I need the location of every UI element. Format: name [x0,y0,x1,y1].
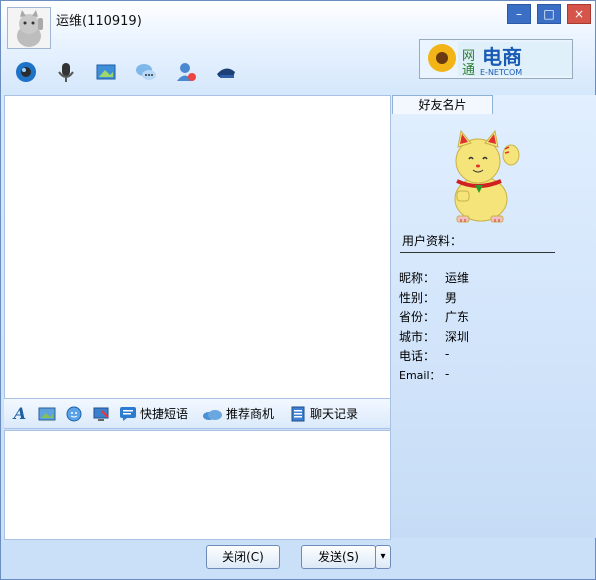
emoji-button[interactable] [65,405,83,423]
image-icon [38,405,56,423]
main-toolbar [13,59,239,85]
send-button[interactable]: 发送(S) [301,545,376,569]
history-icon [289,405,307,423]
voice-call-icon[interactable] [53,59,79,85]
recommend-label: 推荐商机 [226,407,275,421]
field-key: 电话： [399,349,436,363]
field-value: 深圳 [445,330,470,344]
field-value: 广东 [445,310,470,324]
svg-text:通: 通 [462,63,475,78]
quick-phrases-label: 快捷短语 [140,407,189,421]
field-value: - [445,347,450,361]
field-value: 运维 [445,271,470,285]
field-key: Email： [399,369,441,382]
recommend-button[interactable]: 推荐商机 [201,405,274,423]
lucky-cat-icon [443,129,523,225]
window-controls: – □ × [507,4,591,24]
brand-logo: 网 通 电商 E-NETCOM [419,39,573,79]
field-gender: 性别： 男 [399,289,457,306]
contacts-icon[interactable] [173,59,199,85]
close-window-button[interactable]: × [567,4,591,24]
send-options-dropdown[interactable]: ▾ [375,545,391,569]
minimize-button[interactable]: – [507,4,531,24]
svg-text:E-NETCOM: E-NETCOM [480,68,522,77]
screenshot-icon [92,405,110,423]
chat-history-button[interactable]: 聊天记录 [289,405,358,423]
screenshot-button[interactable] [92,405,110,423]
chat-group-icon[interactable] [133,59,159,85]
format-toolbar: A 快捷短语 推荐商机 聊天记录 [4,399,390,429]
tab-friend-card[interactable]: 好友名片 [392,95,493,114]
font-icon: A [13,404,27,423]
maximize-button[interactable]: □ [537,4,561,24]
field-key: 省份： [399,310,436,324]
speech-bubble-icon [119,405,137,423]
chat-window: 运维(110919) – □ × 网 通 电商 E-NETCOM A 快捷短语 … [0,0,596,580]
quick-phrases-button[interactable]: 快捷短语 [119,405,188,423]
font-button[interactable]: A [11,404,29,423]
image-button[interactable] [38,405,56,423]
history-label: 聊天记录 [310,407,359,421]
message-input[interactable] [4,430,391,540]
hat-icon[interactable] [213,59,239,85]
field-key: 城市： [399,330,436,344]
svg-text:网: 网 [462,49,475,64]
close-button[interactable]: 关闭(C) [206,545,280,569]
send-image-icon[interactable] [93,59,119,85]
action-bar: 关闭(C) 发送(S) ▾ [1,539,595,579]
field-province: 省份： 广东 [399,308,469,325]
field-value: 男 [445,291,458,305]
video-call-icon[interactable] [13,59,39,85]
field-city: 城市： 深圳 [399,328,469,345]
field-key: 昵称： [399,271,436,285]
friend-card-panel: 好友名片 用户资料： 昵称： 运维 性别： 男 省份： 广东 城市： 深圳 电话… [390,95,596,538]
emoji-icon [65,405,83,423]
field-value: - [445,367,450,381]
field-nickname: 昵称： 运维 [399,269,469,286]
avatar[interactable] [7,7,51,49]
message-history[interactable] [4,95,391,399]
field-email: Email： - [399,367,449,383]
profile-divider [400,252,555,253]
profile-title: 用户资料： [402,234,463,248]
field-phone: 电话： - [399,347,449,364]
window-title: 运维(110919) [56,14,142,29]
svg-text:电商: 电商 [482,45,522,69]
cloud-icon [201,405,223,423]
field-key: 性别： [399,291,436,305]
